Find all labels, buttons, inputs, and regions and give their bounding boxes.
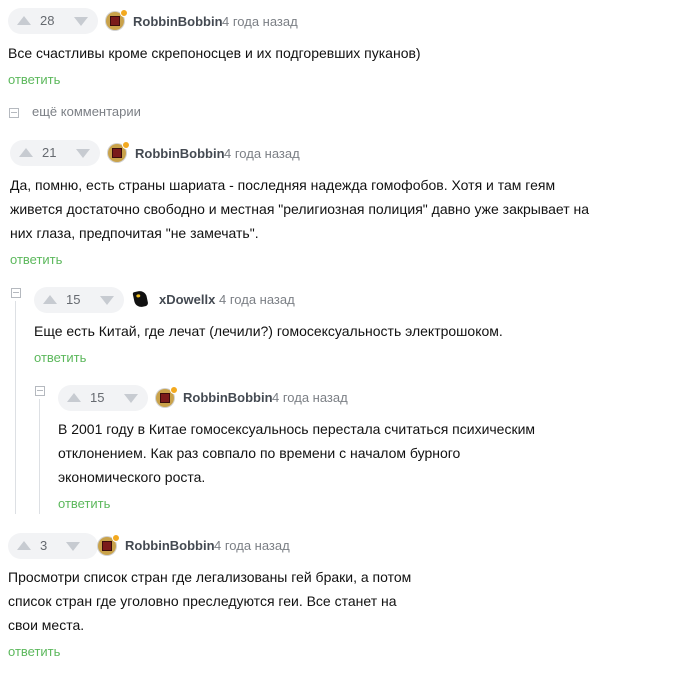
author-name[interactable]: xDowellx — [159, 292, 215, 307]
comment-text: В 2001 году в Китае гомосексуальнось пер… — [58, 417, 535, 489]
comment-line: свои места. — [8, 617, 85, 633]
downvote-icon[interactable] — [74, 17, 88, 26]
avatar[interactable] — [98, 534, 120, 555]
avatar[interactable] — [106, 9, 128, 30]
rating-widget: 15 — [34, 287, 124, 313]
thread-line[interactable] — [15, 301, 16, 514]
comment-line: отклонением. Как раз совпало по времени … — [58, 445, 461, 461]
rating-value: 21 — [42, 145, 57, 160]
comment-line: В 2001 году в Китае гомосексуальнось пер… — [58, 421, 536, 437]
online-dot-icon — [112, 534, 120, 542]
reply-link[interactable]: ответить — [10, 252, 62, 267]
timestamp[interactable]: 4 года назад — [224, 146, 300, 161]
author-name[interactable]: RobbinBobbin — [125, 538, 215, 553]
collapse-thread-icon[interactable] — [35, 386, 45, 396]
comment-text: Все счастливы кроме скрепоносцев и их по… — [8, 41, 421, 65]
reply-link[interactable]: ответить — [34, 350, 86, 365]
comment-text: Да, помню, есть страны шариата - последн… — [10, 173, 589, 245]
reply-link[interactable]: ответить — [58, 496, 110, 511]
author-name[interactable]: RobbinBobbin — [135, 146, 225, 161]
rating-widget: 3 — [8, 533, 98, 559]
author-name[interactable]: RobbinBobbin — [133, 14, 223, 29]
rating-value: 15 — [90, 390, 105, 405]
avatar[interactable] — [108, 141, 130, 162]
avatar[interactable] — [132, 289, 150, 309]
rating-widget: 21 — [10, 140, 100, 166]
comment-line: Все счастливы кроме скрепоносцев и их по… — [8, 45, 421, 61]
thread-line[interactable] — [39, 399, 40, 514]
comment-line: них глаза, предпочитая "не замечать". — [10, 225, 259, 241]
timestamp[interactable]: 4 года назад — [222, 14, 298, 29]
downvote-icon[interactable] — [66, 542, 80, 551]
author-name[interactable]: RobbinBobbin — [183, 390, 273, 405]
upvote-icon[interactable] — [19, 148, 33, 157]
reply-link[interactable]: ответить — [8, 72, 60, 87]
avatar[interactable] — [156, 386, 178, 407]
online-dot-icon — [122, 141, 130, 149]
rating-value: 15 — [66, 292, 81, 307]
online-dot-icon — [120, 9, 128, 17]
upvote-icon[interactable] — [67, 393, 81, 402]
expand-more-icon[interactable] — [9, 108, 19, 118]
comment-line: экономического роста. — [58, 469, 206, 485]
online-dot-icon — [170, 386, 178, 394]
upvote-icon[interactable] — [17, 16, 31, 25]
comment-line: Да, помню, есть страны шариата - последн… — [10, 177, 556, 193]
comment-line: Просмотри список стран где легализованы … — [8, 569, 412, 585]
rating-widget: 28 — [8, 8, 98, 34]
comment-line: Еще есть Китай, где лечат (лечили?) гомо… — [34, 323, 503, 339]
downvote-icon[interactable] — [100, 296, 114, 305]
rating-widget: 15 — [58, 385, 148, 411]
comment-line: живется достаточно свободно и местная "р… — [10, 201, 590, 217]
rating-value: 28 — [40, 13, 55, 28]
comment-line: список стран где уголовно преследуются г… — [8, 593, 397, 609]
comment-text: Просмотри список стран где легализованы … — [8, 565, 411, 637]
rating-value: 3 — [40, 538, 48, 553]
reply-link[interactable]: ответить — [8, 644, 60, 659]
timestamp[interactable]: 4 года назад — [272, 390, 348, 405]
upvote-icon[interactable] — [43, 295, 57, 304]
downvote-icon[interactable] — [76, 149, 90, 158]
collapse-thread-icon[interactable] — [11, 288, 21, 298]
more-comments-link[interactable]: ещё комментарии — [32, 104, 141, 119]
timestamp[interactable]: 4 года назад — [214, 538, 290, 553]
downvote-icon[interactable] — [124, 394, 138, 403]
timestamp[interactable]: 4 года назад — [219, 292, 295, 307]
comment-text: Еще есть Китай, где лечат (лечили?) гомо… — [34, 319, 503, 343]
upvote-icon[interactable] — [17, 541, 31, 550]
